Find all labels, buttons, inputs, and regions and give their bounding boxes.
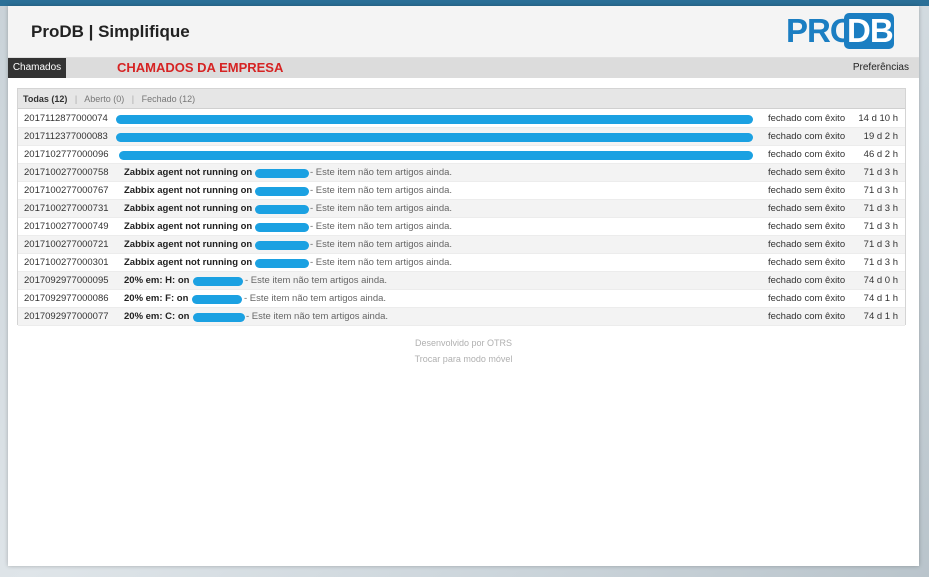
logo-db-box: DB: [844, 12, 894, 49]
redaction-bar: [255, 259, 309, 268]
app-frame: ProDB | Simplifique PRO DB Chamados CHAM…: [8, 6, 919, 566]
company-tickets-label: CHAMADOS DA EMPRESA: [117, 60, 284, 75]
redaction-bar: [255, 241, 309, 250]
ticket-list-panel: Todas (12) | Aberto (0) | Fechado (12) 2…: [17, 88, 906, 326]
filter-bar: Todas (12) | Aberto (0) | Fechado (12): [18, 89, 905, 109]
mobile-mode-link[interactable]: Trocar para modo móvel: [8, 351, 919, 367]
redaction-bar: [255, 169, 309, 178]
redaction-bar: [116, 133, 753, 142]
redaction-bar: [192, 295, 242, 304]
table-row[interactable]: 2017092977000095 20% em: H: on - Este it…: [18, 272, 905, 290]
ticket-number: 2017100277000301: [24, 257, 109, 268]
app-title: ProDB | Simplifique: [31, 22, 190, 41]
table-row[interactable]: 2017100277000758 Zabbix agent not runnin…: [18, 164, 905, 182]
table-row[interactable]: 2017100277000721 Zabbix agent not runnin…: [18, 236, 905, 254]
ticket-rows: 2017112877000074 fechado com êxito 14 d …: [18, 110, 905, 326]
ticket-age: 74 d 1 h: [863, 311, 898, 322]
table-row[interactable]: 2017102777000096 fechado com êxito 46 d …: [18, 146, 905, 164]
ticket-state: fechado sem êxito: [768, 167, 846, 178]
ticket-subject: Zabbix agent not running on: [124, 221, 253, 232]
table-row[interactable]: 2017112877000074 fechado com êxito 14 d …: [18, 110, 905, 128]
ticket-age: 14 d 10 h: [858, 113, 898, 124]
ticket-age: 71 d 3 h: [863, 185, 898, 196]
redaction-bar: [193, 277, 243, 286]
ticket-age: 71 d 3 h: [863, 239, 898, 250]
ticket-state: fechado sem êxito: [768, 257, 846, 268]
ticket-number: 2017102777000096: [24, 149, 109, 160]
ticket-state: fechado sem êxito: [768, 185, 846, 196]
ticket-age: 74 d 1 h: [863, 293, 898, 304]
redaction-bar: [255, 187, 309, 196]
filter-closed[interactable]: Fechado (12): [142, 94, 196, 104]
ticket-number: 2017092977000095: [24, 275, 109, 286]
filter-separator: |: [131, 94, 135, 104]
ticket-preview: - Este item não tem artigos ainda.: [244, 293, 387, 304]
powered-by-link[interactable]: Desenvolvido por OTRS: [8, 335, 919, 351]
ticket-preview: - Este item não tem artigos ainda.: [245, 275, 388, 286]
footer: Desenvolvido por OTRS Trocar para modo m…: [8, 335, 919, 367]
ticket-subject: Zabbix agent not running on: [124, 257, 253, 268]
table-row[interactable]: 2017100277000731 Zabbix agent not runnin…: [18, 200, 905, 218]
ticket-number: 2017100277000731: [24, 203, 109, 214]
ticket-age: 71 d 3 h: [863, 167, 898, 178]
preferences-link[interactable]: Preferências: [853, 62, 909, 73]
redaction-bar: [193, 313, 245, 322]
ticket-subject: 20% em: F: on: [124, 293, 189, 304]
redaction-bar: [255, 223, 309, 232]
table-row[interactable]: 2017092977000077 20% em: C: on - Este it…: [18, 308, 905, 326]
tab-chamados[interactable]: Chamados: [8, 58, 66, 78]
table-row[interactable]: 2017100277000767 Zabbix agent not runnin…: [18, 182, 905, 200]
ticket-subject: Zabbix agent not running on: [124, 185, 253, 196]
nav-bar: Chamados CHAMADOS DA EMPRESA Preferência…: [8, 58, 919, 78]
ticket-state: fechado sem êxito: [768, 221, 846, 232]
ticket-number: 2017112377000083: [24, 131, 108, 142]
ticket-subject: Zabbix agent not running on: [124, 239, 253, 250]
ticket-age: 71 d 3 h: [863, 203, 898, 214]
ticket-number: 2017100277000767: [24, 185, 109, 196]
logo-db-text: DB: [847, 12, 894, 49]
ticket-age: 19 d 2 h: [863, 131, 898, 142]
ticket-number: 2017092977000077: [24, 311, 109, 322]
table-row[interactable]: 2017100277000749 Zabbix agent not runnin…: [18, 218, 905, 236]
ticket-state: fechado com êxito: [768, 275, 846, 286]
ticket-state: fechado com êxito: [768, 149, 846, 160]
ticket-state: fechado sem êxito: [768, 239, 846, 250]
ticket-subject: Zabbix agent not running on: [124, 203, 253, 214]
table-row[interactable]: 2017100277000301 Zabbix agent not runnin…: [18, 254, 905, 272]
filter-all[interactable]: Todas (12): [23, 94, 67, 104]
ticket-number: 2017100277000721: [24, 239, 109, 250]
redaction-bar: [255, 205, 309, 214]
ticket-preview: - Este item não tem artigos ainda.: [310, 221, 453, 232]
ticket-state: fechado com êxito: [768, 311, 846, 322]
ticket-age: 71 d 3 h: [863, 257, 898, 268]
ticket-state: fechado sem êxito: [768, 203, 846, 214]
prodb-logo[interactable]: PRO DB: [786, 10, 894, 50]
redaction-bar: [119, 151, 753, 160]
table-row[interactable]: 2017092977000086 20% em: F: on - Este it…: [18, 290, 905, 308]
ticket-preview: - Este item não tem artigos ainda.: [310, 167, 453, 178]
redaction-bar: [116, 115, 753, 124]
ticket-preview: - Este item não tem artigos ainda.: [310, 257, 453, 268]
ticket-state: fechado com êxito: [768, 113, 846, 124]
ticket-number: 2017112877000074: [24, 113, 108, 124]
ticket-subject: 20% em: H: on: [124, 275, 190, 286]
ticket-subject: Zabbix agent not running on: [124, 167, 253, 178]
ticket-number: 2017100277000758: [24, 167, 109, 178]
ticket-age: 74 d 0 h: [863, 275, 898, 286]
ticket-preview: - Este item não tem artigos ainda.: [246, 311, 389, 322]
ticket-state: fechado com êxito: [768, 293, 846, 304]
filter-separator: |: [74, 94, 78, 104]
ticket-preview: - Este item não tem artigos ainda.: [310, 239, 453, 250]
ticket-preview: - Este item não tem artigos ainda.: [310, 203, 453, 214]
header: ProDB | Simplifique PRO DB: [8, 6, 919, 58]
ticket-subject: 20% em: C: on: [124, 311, 190, 322]
ticket-number: 2017092977000086: [24, 293, 109, 304]
filter-open[interactable]: Aberto (0): [84, 94, 124, 104]
ticket-number: 2017100277000749: [24, 221, 109, 232]
ticket-age: 46 d 2 h: [863, 149, 898, 160]
ticket-age: 71 d 3 h: [863, 221, 898, 232]
ticket-state: fechado com êxito: [768, 131, 846, 142]
table-row[interactable]: 2017112377000083 fechado com êxito 19 d …: [18, 128, 905, 146]
ticket-preview: - Este item não tem artigos ainda.: [310, 185, 453, 196]
